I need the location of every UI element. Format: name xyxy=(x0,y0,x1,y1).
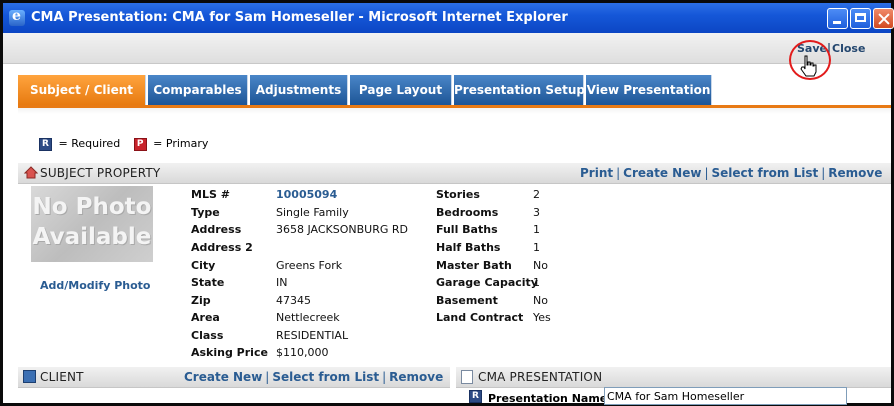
client-icon xyxy=(23,370,36,383)
window-title-bar[interactable]: CMA Presentation: CMA for Sam Homeseller… xyxy=(3,3,894,33)
create-new-client-link[interactable]: Create New xyxy=(184,370,262,384)
field-label: Address xyxy=(191,223,242,236)
field-label: Stories xyxy=(436,188,480,201)
field-value: 3658 JACKSONBURG RD xyxy=(276,223,409,236)
field-value: No xyxy=(533,294,548,307)
field-label: Type xyxy=(191,206,220,219)
field-label: Zip xyxy=(191,294,211,307)
tab-presentation-setup[interactable]: Presentation Setup xyxy=(454,75,585,105)
tab-comparables[interactable]: Comparables xyxy=(148,75,248,105)
field-label: Bedrooms xyxy=(436,206,499,219)
internet-explorer-icon xyxy=(9,8,25,26)
hand-cursor-icon xyxy=(800,55,817,77)
document-icon xyxy=(461,370,473,384)
field-value: RESIDENTIAL xyxy=(276,329,349,342)
client-title: CLIENT xyxy=(40,370,84,384)
minimize-button[interactable] xyxy=(827,8,848,29)
tab-page-layout[interactable]: Page Layout xyxy=(350,75,452,105)
mls-number-link[interactable]: 10005094 xyxy=(276,188,337,201)
field-label: City xyxy=(191,259,216,272)
field-label: Basement xyxy=(436,294,498,307)
field-label: MLS # xyxy=(191,188,230,201)
presentation-name-input[interactable] xyxy=(604,387,847,405)
tab-subject-client[interactable]: Subject / Client xyxy=(18,75,146,105)
window-title: CMA Presentation: CMA for Sam Homeseller… xyxy=(31,10,568,25)
maximize-button[interactable] xyxy=(850,8,871,29)
required-icon: R xyxy=(39,137,52,151)
field-value: Greens Fork xyxy=(276,259,343,272)
primary-icon: P xyxy=(133,137,147,151)
field-value: 1 xyxy=(533,241,540,254)
field-value: 1 xyxy=(533,223,540,236)
required-icon: R xyxy=(469,390,482,403)
remove-subject-link[interactable]: Remove xyxy=(828,166,882,180)
field-label: Area xyxy=(191,311,220,324)
field-value: 2 xyxy=(533,188,540,201)
field-value: IN xyxy=(276,276,288,289)
add-modify-photo-link[interactable]: Add/Modify Photo xyxy=(40,279,150,292)
client-links: Create New | Select from List | Remove xyxy=(184,370,444,384)
select-from-list-client-link[interactable]: Select from List xyxy=(272,370,379,384)
field-label: Garage Capacity xyxy=(436,276,538,289)
field-label: Land Contract xyxy=(436,311,524,324)
field-value: No xyxy=(533,259,548,272)
action-bar: Save | Close xyxy=(3,33,891,64)
presentation-name-label: Presentation Name xyxy=(488,392,608,405)
field-label: Master Bath xyxy=(436,259,512,272)
create-new-subject-link[interactable]: Create New xyxy=(623,166,701,180)
tab-adjustments[interactable]: Adjustments xyxy=(250,75,348,105)
field-value: 1 xyxy=(533,276,540,289)
house-icon xyxy=(24,166,38,179)
no-photo-placeholder: No Photo Available xyxy=(31,186,153,262)
tab-shadow xyxy=(18,108,891,114)
legend: R = Required P = Primary xyxy=(39,137,208,151)
field-value: $110,000 xyxy=(276,346,329,359)
tab-view-presentation[interactable]: View Presentation xyxy=(586,75,712,105)
field-label: Half Baths xyxy=(436,241,501,254)
field-label: State xyxy=(191,276,225,289)
subject-property-links: Print | Create New | Select from List | Remove xyxy=(580,166,883,180)
field-label: Full Baths xyxy=(436,223,498,236)
field-label: Asking Price xyxy=(191,346,268,359)
field-label: Class xyxy=(191,329,224,342)
required-legend-label: = Required xyxy=(58,137,121,150)
field-value: 47345 xyxy=(276,294,311,307)
remove-client-link[interactable]: Remove xyxy=(389,370,443,384)
field-value: Single Family xyxy=(276,206,349,219)
field-label: Address 2 xyxy=(191,241,253,254)
print-link[interactable]: Print xyxy=(580,166,613,180)
field-value: 3 xyxy=(533,206,540,219)
subject-property-title: SUBJECT PROPERTY xyxy=(40,166,161,180)
close-window-button[interactable] xyxy=(873,8,894,29)
select-from-list-subject-link[interactable]: Select from List xyxy=(711,166,818,180)
close-link[interactable]: Close xyxy=(832,42,865,55)
cma-presentation-title: CMA PRESENTATION xyxy=(478,370,603,384)
field-value: Yes xyxy=(533,311,551,324)
cma-presentation-header: CMA PRESENTATION xyxy=(456,366,891,388)
client-header: CLIENT Create New | Select from List | Remov… xyxy=(18,366,450,388)
field-value: Nettlecreek xyxy=(276,311,340,324)
subject-property-header: SUBJECT PROPERTY Print | Create New | Select… xyxy=(18,162,891,184)
primary-legend-label: = Primary xyxy=(153,137,209,150)
